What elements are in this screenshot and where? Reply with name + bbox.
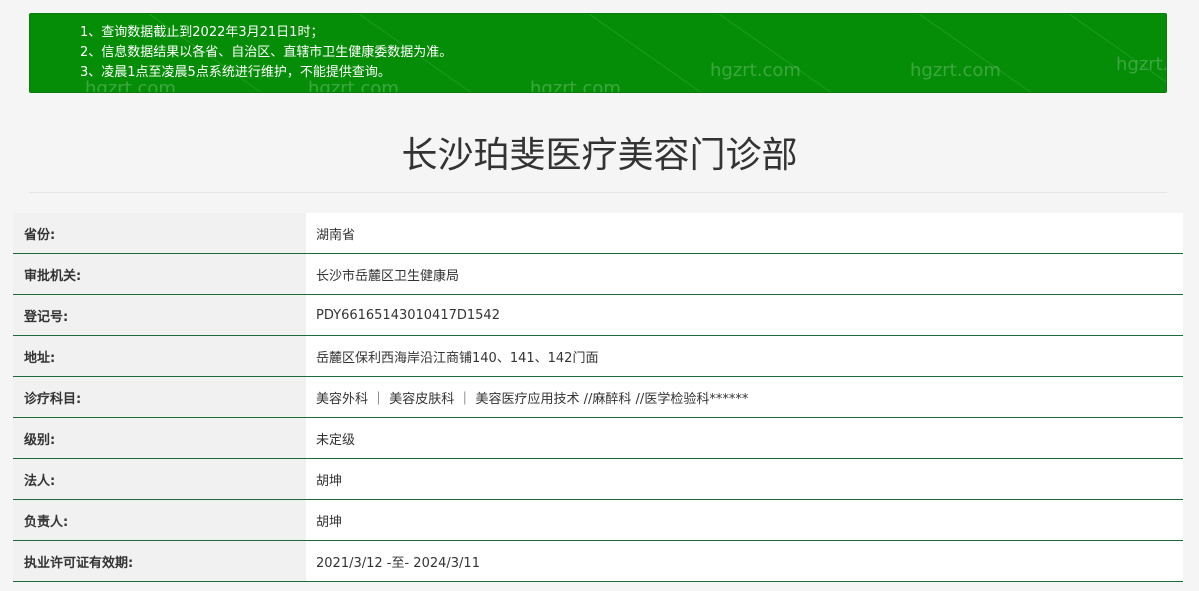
row-label-manager: 负责人: <box>13 500 306 540</box>
row-label-departments: 诊疗科目: <box>13 377 306 417</box>
row-value-level: 未定级 <box>306 418 1183 458</box>
info-table: 省份: 湖南省 审批机关: 长沙市岳麓区卫生健康局 登记号: PDY661651… <box>13 213 1183 582</box>
table-row: 执业许可证有效期: 2021/3/12 -至- 2024/3/11 <box>13 541 1183 582</box>
notice-line-1: 1、查询数据截止到2022年3月21日1时； <box>80 25 324 40</box>
table-row: 登记号: PDY66165143010417D1542 <box>13 295 1183 336</box>
watermark-line <box>919 14 1035 92</box>
row-value-legal-person: 胡坤 <box>306 459 1183 499</box>
watermark: hgzrt.com <box>1116 54 1166 75</box>
row-label-authority: 审批机关: <box>13 254 306 294</box>
notice-banner: hgzrt.com hgzrt.com hgzrt.com hgzrt.com … <box>29 13 1167 93</box>
watermark: hgzrt.com <box>530 78 621 93</box>
table-row: 地址: 岳麓区保利西海岸沿江商铺140、141、142门面 <box>13 336 1183 377</box>
table-row: 负责人: 胡坤 <box>13 500 1183 541</box>
row-label-address: 地址: <box>13 336 306 376</box>
row-value-registration: PDY66165143010417D1542 <box>306 295 1183 335</box>
row-value-departments: 美容外科 ｜ 美容皮肤科 ｜ 美容医疗应用技术 //麻醉科 //医学检验科***… <box>306 377 1183 417</box>
row-value-manager: 胡坤 <box>306 500 1183 540</box>
row-value-province: 湖南省 <box>306 213 1183 253</box>
title-divider <box>29 192 1167 193</box>
table-row: 省份: 湖南省 <box>13 213 1183 254</box>
table-row: 诊疗科目: 美容外科 ｜ 美容皮肤科 ｜ 美容医疗应用技术 //麻醉科 //医学… <box>13 377 1183 418</box>
notice-line-2: 2、信息数据结果以各省、自治区、直辖市卫生健康委数据为准。 <box>80 45 453 60</box>
watermark: hgzrt.com <box>910 60 1001 81</box>
row-value-address: 岳麓区保利西海岸沿江商铺140、141、142门面 <box>306 336 1183 376</box>
table-row: 级别: 未定级 <box>13 418 1183 459</box>
notice-line-3: 3、凌晨1点至凌晨5点系统进行维护，不能提供查询。 <box>80 65 391 80</box>
row-label-registration: 登记号: <box>13 295 306 335</box>
notice-text: 1、查询数据截止到2022年3月21日1时； 2、信息数据结果以各省、自治区、直… <box>80 23 452 83</box>
page-title: 长沙珀斐医疗美容门诊部 <box>401 135 798 176</box>
watermark-line <box>719 14 835 92</box>
table-row: 法人: 胡坤 <box>13 459 1183 500</box>
row-label-legal-person: 法人: <box>13 459 306 499</box>
row-label-license-validity: 执业许可证有效期: <box>13 541 306 581</box>
watermark: hgzrt.com <box>710 60 801 81</box>
row-value-license-validity: 2021/3/12 -至- 2024/3/11 <box>306 541 1183 581</box>
row-value-authority: 长沙市岳麓区卫生健康局 <box>306 254 1183 294</box>
row-label-province: 省份: <box>13 213 306 253</box>
table-row: 审批机关: 长沙市岳麓区卫生健康局 <box>13 254 1183 295</box>
row-label-level: 级别: <box>13 418 306 458</box>
